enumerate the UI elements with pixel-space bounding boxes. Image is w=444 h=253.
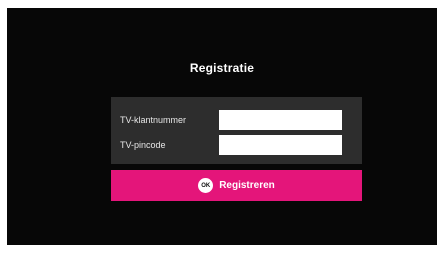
customer-number-label: TV-klantnummer [120,115,187,125]
registration-form: TV-klantnummer TV-pincode [111,97,362,164]
pincode-input[interactable] [219,135,342,155]
register-button-label: Registreren [219,180,275,191]
page-title: Registratie [189,61,255,75]
ok-key-icon: OK [198,178,214,193]
pincode-label: TV-pincode [120,140,166,150]
register-button[interactable]: OK Registreren [111,170,362,201]
customer-number-input[interactable] [219,110,342,130]
tv-screen: Registratie TV-klantnummer TV-pincode OK… [7,8,437,245]
